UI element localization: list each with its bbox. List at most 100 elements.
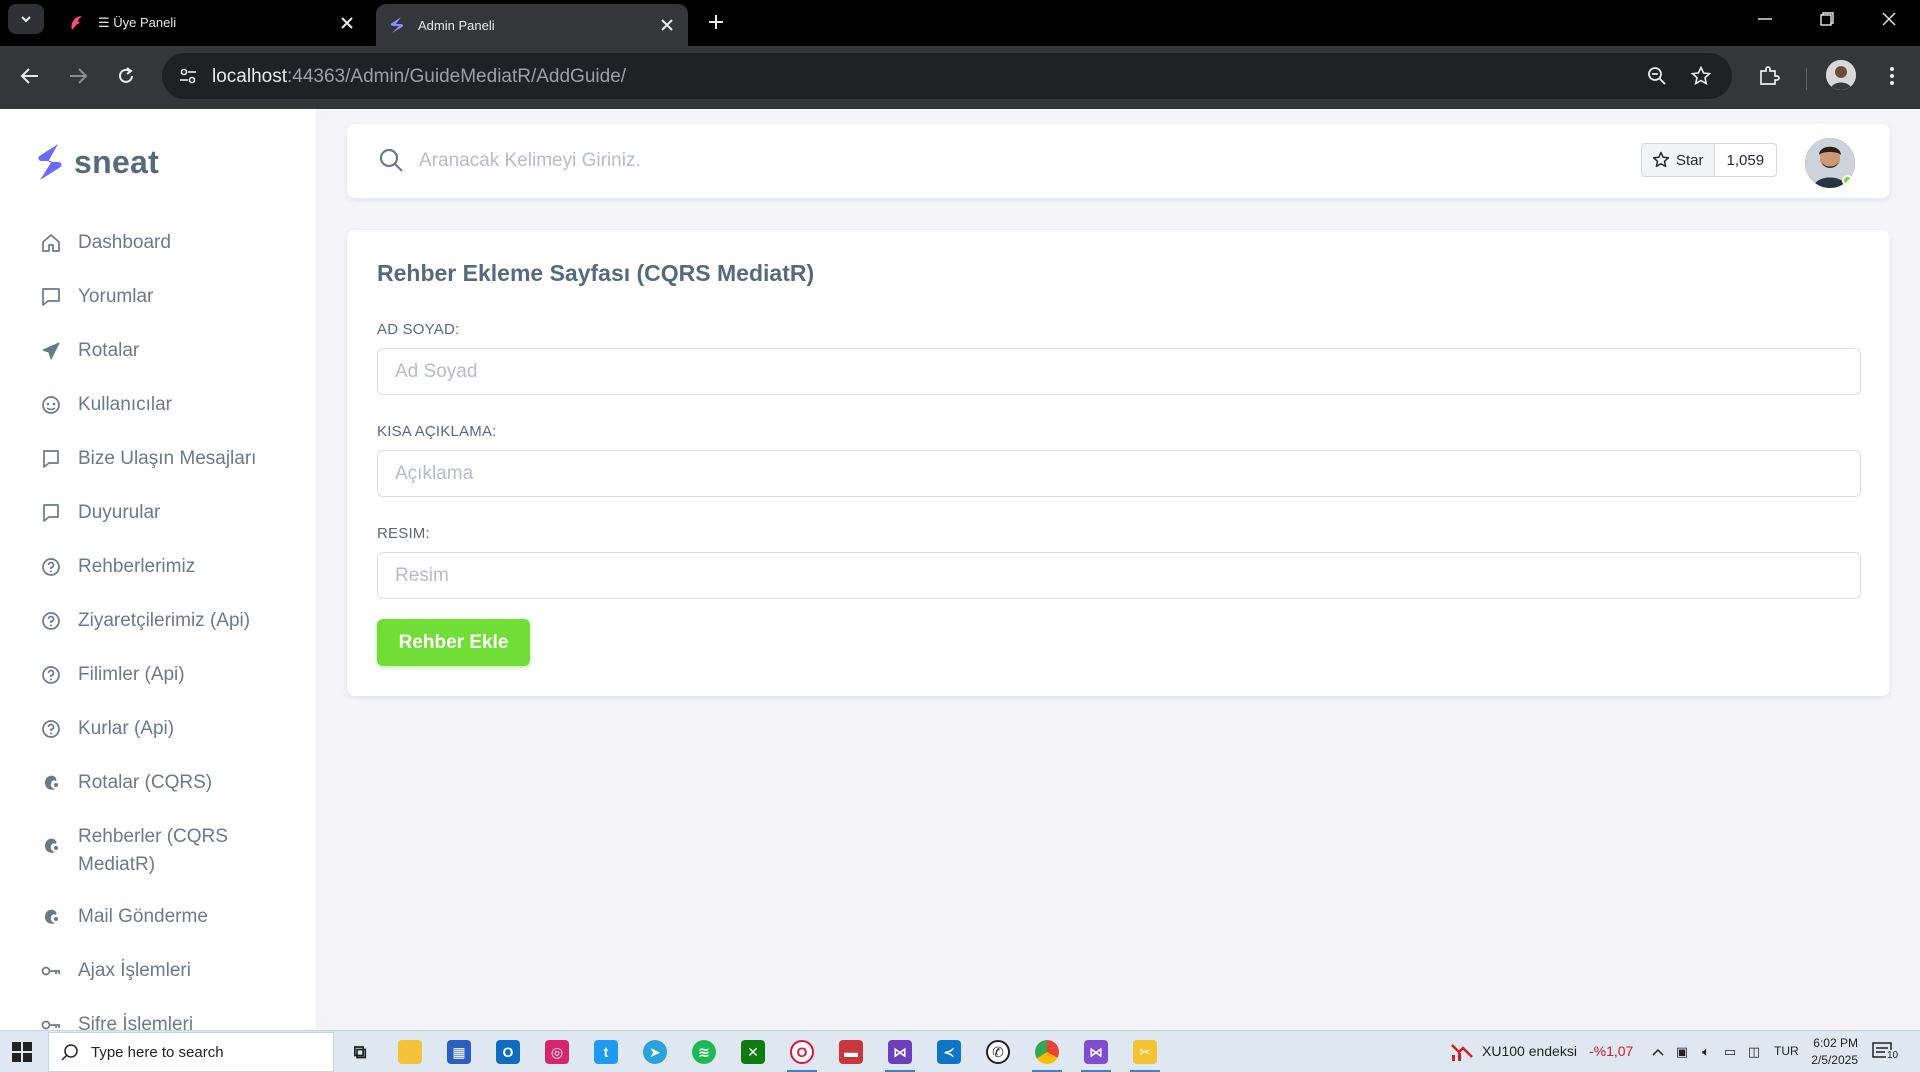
notification-center-button[interactable]: 10 xyxy=(1872,1041,1900,1063)
minimize-button[interactable] xyxy=(1734,0,1796,38)
volume-icon[interactable]: 🔈︎ xyxy=(1696,1043,1716,1061)
telegram-app[interactable]: ➤ xyxy=(640,1037,670,1067)
message-icon xyxy=(40,502,62,524)
brand-logo-link[interactable]: sneat xyxy=(36,143,159,181)
zoom-button[interactable] xyxy=(1642,61,1672,91)
visual-studio-app[interactable]: ⋈ xyxy=(885,1037,915,1072)
sidebar-menu: Dashboard Yorumlar Rotalar Kullanıcılar … xyxy=(24,217,300,1030)
show-hidden-icons-button[interactable] xyxy=(1648,1043,1668,1061)
outlook-app[interactable]: O xyxy=(493,1037,523,1067)
sidebar-item-label: Bize Ulaşın Mesajları xyxy=(78,448,257,469)
sidebar-item-duyurular[interactable]: Duyurular xyxy=(24,487,300,541)
name-input[interactable] xyxy=(377,348,1861,395)
sidebar-item-filimler-api[interactable]: Filimler (Api) xyxy=(24,649,300,703)
ticker-change: -%1,07 xyxy=(1588,1043,1634,1059)
sidebar-item-kurlar-api[interactable]: Kurlar (Api) xyxy=(24,703,300,757)
visual-studio-icon: ⋈ xyxy=(888,1040,912,1064)
vscode-app[interactable]: ≺ xyxy=(934,1037,964,1067)
sidebar-item-rehberler-cqrs-mediatr[interactable]: Rehberler (CQRS MediatR) xyxy=(24,811,300,891)
taskbar-search-box[interactable]: Type here to search xyxy=(48,1032,334,1072)
search-input[interactable] xyxy=(419,142,1119,180)
twitter-app[interactable]: t xyxy=(591,1037,621,1067)
site-settings-icon[interactable] xyxy=(172,60,204,92)
bookmark-button[interactable] xyxy=(1686,61,1716,91)
sidebar-item-yorumlar[interactable]: Yorumlar xyxy=(24,271,300,325)
sneat-logo-icon xyxy=(38,144,62,180)
image-input[interactable] xyxy=(377,552,1861,599)
tray-display-icon[interactable]: ▣ xyxy=(1672,1043,1692,1061)
help-circle-icon xyxy=(40,610,62,632)
sidebar-item-bize-ulasin-mesajlari[interactable]: Bize Ulaşın Mesajları xyxy=(24,433,300,487)
sidebar-item-label: Kullanıcılar xyxy=(78,394,172,415)
key-icon xyxy=(40,1014,62,1030)
clock-date: 2/5/2025 xyxy=(1811,1053,1858,1067)
close-tab-icon[interactable] xyxy=(338,14,356,32)
sidebar-item-mail-gonderme[interactable]: Mail Gönderme xyxy=(24,891,300,945)
reload-button[interactable] xyxy=(108,58,144,94)
sidebar-item-rotalar[interactable]: Rotalar xyxy=(24,325,300,379)
sidebar-item-sifre-islemleri[interactable]: Şifre İşlemleri xyxy=(24,999,300,1030)
new-tab-button[interactable] xyxy=(700,6,732,38)
github-star-count[interactable]: 1,059 xyxy=(1714,143,1778,177)
network-icon[interactable]: ◫ xyxy=(1744,1043,1764,1061)
tab-title: Admin Paneli xyxy=(418,17,495,33)
address-bar[interactable]: localhost:44363/Admin/GuideMediatR/AddGu… xyxy=(162,53,1732,99)
sidebar-item-rehberlerimiz[interactable]: Rehberlerimiz xyxy=(24,541,300,595)
description-input[interactable] xyxy=(377,450,1861,497)
clock-time: 6:02 PM xyxy=(1813,1036,1858,1050)
url-text[interactable]: localhost:44363/Admin/GuideMediatR/AddGu… xyxy=(212,66,626,88)
twitter-icon: t xyxy=(594,1040,618,1064)
sidebar-item-ajax-islemleri[interactable]: Ajax İşlemleri xyxy=(24,945,300,999)
visual-studio-2-app[interactable]: ⋈ xyxy=(1081,1037,1111,1072)
zoom-out-icon xyxy=(1648,67,1666,85)
store-app[interactable]: ▦ xyxy=(444,1037,474,1067)
task-view-button[interactable]: ⧉ xyxy=(345,1037,375,1067)
file-explorer-app[interactable] xyxy=(395,1037,425,1067)
extensions-button[interactable] xyxy=(1753,60,1785,92)
sql-tool-app[interactable]: ✂ xyxy=(1130,1037,1160,1072)
spotify-app[interactable]: ≋ xyxy=(689,1037,719,1067)
stock-ticker-widget[interactable]: XU100 endeksi -%1,07 xyxy=(1450,1041,1633,1061)
profile-avatar[interactable] xyxy=(1826,60,1856,90)
battery-icon[interactable]: ▭ xyxy=(1720,1043,1740,1061)
tab-uye-paneli[interactable]: ☰ Üye Paneli xyxy=(56,4,368,42)
close-tab-icon[interactable] xyxy=(658,16,676,34)
sidebar-item-ziyaretcilerimiz-api[interactable]: Ziyaretçilerimiz (Api) xyxy=(24,595,300,649)
user-avatar[interactable] xyxy=(1805,138,1855,188)
sidebar-item-rotalar-cqrs[interactable]: Rotalar (CQRS) xyxy=(24,757,300,811)
browser-tab-bar: ☰ Üye Paneli Admin Paneli xyxy=(0,0,1920,46)
restore-button[interactable] xyxy=(1796,0,1858,38)
sidebar-item-label: Rehberlerimiz xyxy=(78,556,196,577)
opera-app[interactable]: O xyxy=(787,1037,817,1072)
toolbox-app[interactable]: ▬ xyxy=(836,1037,866,1067)
close-window-button[interactable] xyxy=(1858,0,1920,38)
chrome-icon xyxy=(1035,1040,1059,1064)
comment-icon xyxy=(40,286,62,308)
browser-menu-button[interactable] xyxy=(1876,60,1908,92)
windows-start-icon[interactable] xyxy=(12,1042,32,1062)
close-icon xyxy=(1882,12,1896,26)
sidebar-item-kullanicilar[interactable]: Kullanıcılar xyxy=(24,379,300,433)
add-guide-button[interactable]: Rehber Ekle xyxy=(377,619,530,666)
taskbar-clock[interactable]: 6:02 PM 2/5/2025 xyxy=(1808,1035,1858,1069)
ticker-name: XU100 endeksi xyxy=(1482,1043,1577,1059)
language-indicator[interactable]: TUR xyxy=(1774,1044,1799,1058)
sidebar-item-dashboard[interactable]: Dashboard xyxy=(24,217,300,271)
chrome-app[interactable] xyxy=(1032,1037,1062,1072)
instagram-app[interactable]: ◎ xyxy=(542,1037,572,1067)
forward-button[interactable] xyxy=(60,58,96,94)
help-circle-icon xyxy=(40,664,62,686)
tab-search-button[interactable] xyxy=(8,4,44,34)
github-star-button[interactable]: Star xyxy=(1641,143,1715,177)
tab-admin-paneli[interactable]: Admin Paneli xyxy=(376,4,688,46)
url-path: :44363/Admin/GuideMediatR/AddGuide/ xyxy=(287,66,627,87)
online-status-dot xyxy=(1842,175,1853,186)
vscode-icon: ≺ xyxy=(937,1040,961,1064)
back-button[interactable] xyxy=(12,58,48,94)
xbox-app[interactable]: ✕ xyxy=(738,1037,768,1067)
image-field-label: RESIM: xyxy=(377,525,430,542)
notification-count: 10 xyxy=(1886,1050,1900,1061)
database-tool-icon: ✂ xyxy=(1133,1040,1157,1064)
reload-icon xyxy=(119,67,133,83)
whatsapp-app[interactable]: ✆ xyxy=(983,1037,1013,1067)
